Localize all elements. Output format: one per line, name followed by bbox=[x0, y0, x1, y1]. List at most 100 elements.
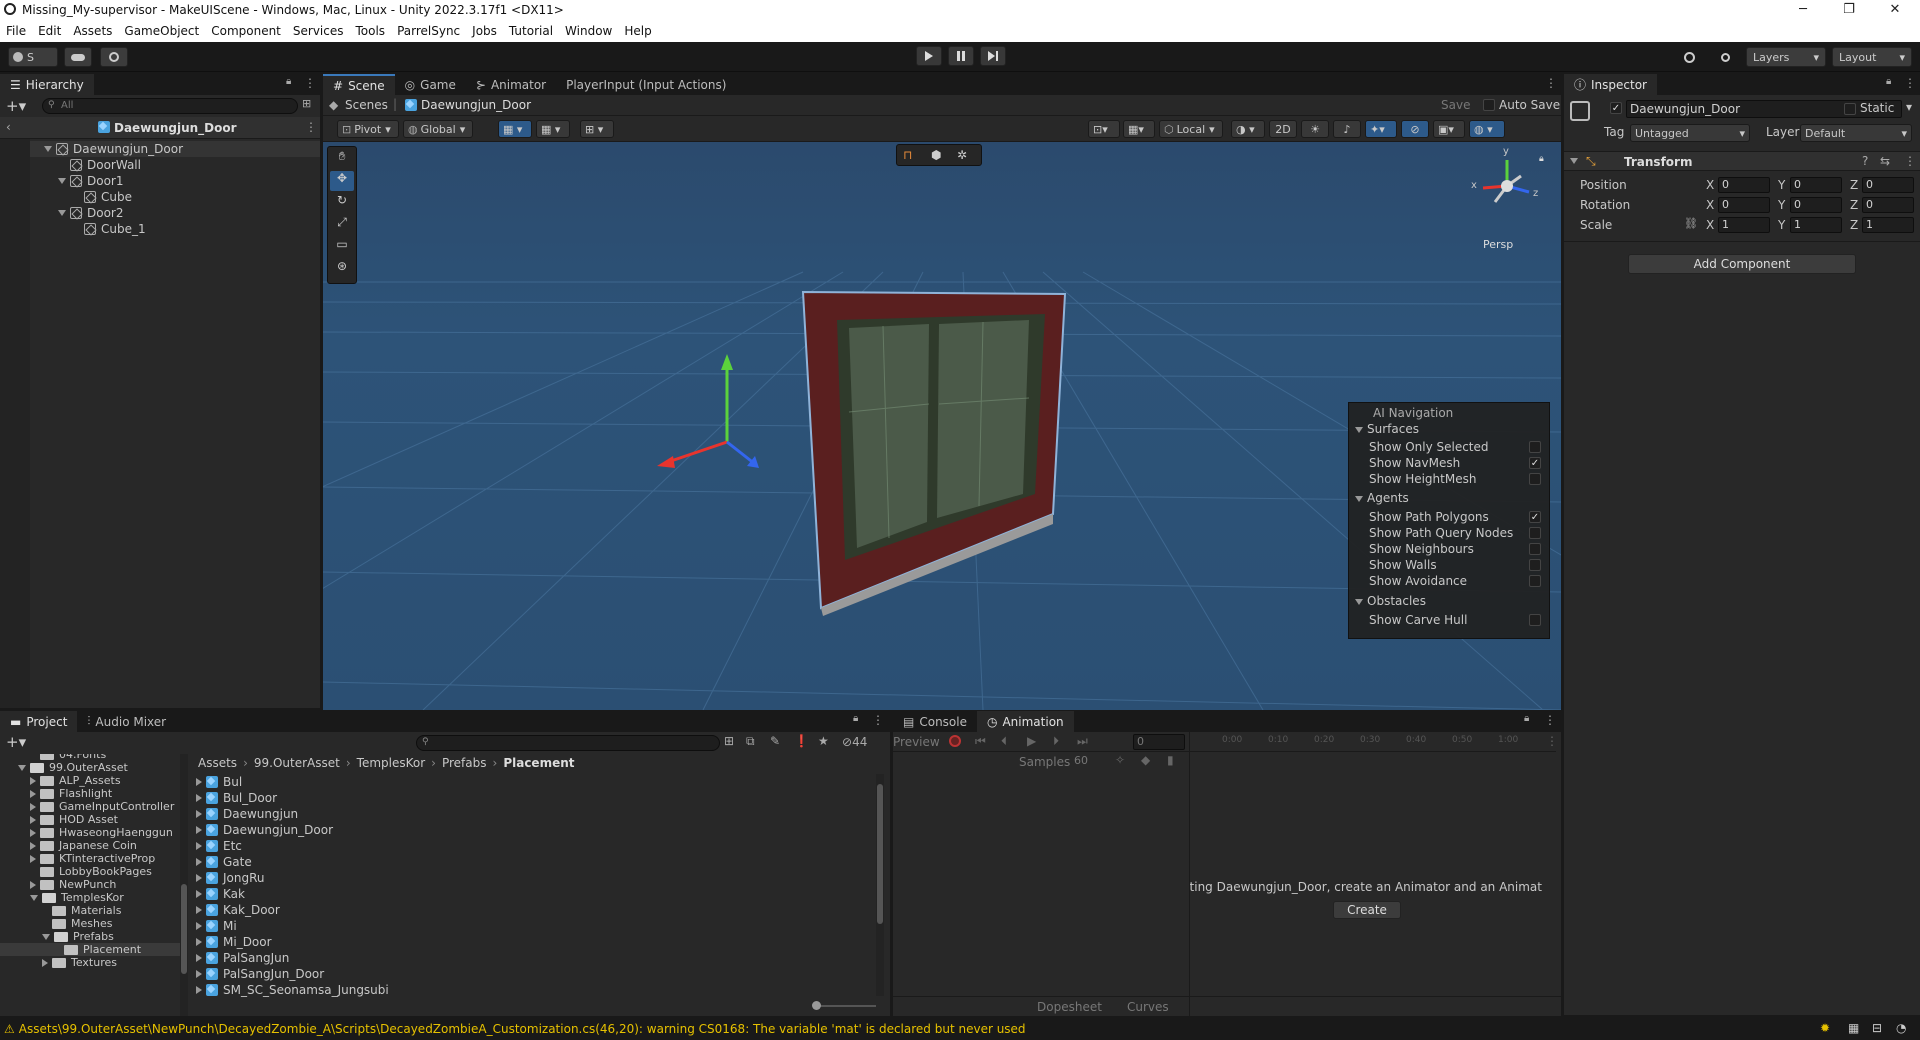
tab-animator[interactable]: ⊱ Animator bbox=[466, 74, 556, 95]
bug-icon[interactable]: ✹ bbox=[1820, 1021, 1830, 1035]
position-y-field[interactable]: 0 bbox=[1790, 177, 1842, 193]
zoom-slider[interactable] bbox=[812, 1001, 876, 1010]
menu-jobs[interactable]: Jobs bbox=[472, 24, 497, 38]
chevron-right-icon[interactable] bbox=[196, 810, 202, 818]
obstacles-header[interactable]: Obstacles bbox=[1355, 594, 1426, 608]
navmesh-icon[interactable]: ⊓ bbox=[903, 148, 912, 162]
lighting-button[interactable]: ☀ bbox=[1301, 120, 1329, 138]
twod-button[interactable]: 2D bbox=[1269, 120, 1297, 138]
asset-list-item[interactable]: Daewungjun bbox=[196, 806, 298, 822]
tab-scene[interactable]: # Scene bbox=[323, 74, 395, 95]
chevron-right-icon[interactable] bbox=[196, 826, 202, 834]
scrollbar-thumb[interactable] bbox=[181, 884, 187, 974]
tab-audio-mixer[interactable]: ⫶ Audio Mixer bbox=[77, 711, 176, 732]
zoom-slider-thumb[interactable] bbox=[812, 1001, 821, 1010]
agents-header[interactable]: Agents bbox=[1355, 491, 1409, 505]
pause-button[interactable] bbox=[948, 46, 974, 66]
path-outerasset[interactable]: 99.OuterAsset bbox=[254, 756, 340, 770]
add-keyframe-icon[interactable]: ✧ bbox=[1115, 753, 1125, 767]
chevron-down-icon[interactable] bbox=[58, 210, 66, 216]
kebab-menu-icon[interactable]: ⋮ bbox=[1545, 76, 1557, 90]
chevron-right-icon[interactable] bbox=[30, 854, 36, 863]
chevron-right-icon[interactable] bbox=[30, 880, 36, 889]
asset-list-item[interactable]: JongRu bbox=[196, 870, 265, 886]
global-dropdown[interactable]: ◍ Global ▾ bbox=[403, 120, 473, 138]
auto-save-checkbox[interactable] bbox=[1483, 99, 1495, 111]
menu-tools[interactable]: Tools bbox=[356, 24, 386, 38]
help-icon[interactable]: ? bbox=[1862, 154, 1868, 168]
next-keyframe-icon[interactable]: ⏵ bbox=[1053, 734, 1059, 749]
chevron-right-icon[interactable] bbox=[196, 858, 202, 866]
folder-tree-item[interactable]: Materials bbox=[42, 904, 121, 917]
folder-tree-item[interactable]: Flashlight bbox=[30, 787, 112, 800]
grid-snap-button[interactable]: ▦ ▾ bbox=[498, 120, 532, 138]
tab-hierarchy[interactable]: ☰ Hierarchy bbox=[0, 74, 94, 95]
create-animator-button[interactable]: Create bbox=[1333, 901, 1401, 919]
show-avoidance-checkbox[interactable] bbox=[1529, 575, 1541, 587]
project-search[interactable]: ⚲ bbox=[416, 735, 720, 751]
tab-console[interactable]: ▤ Console bbox=[893, 711, 977, 732]
lock-icon[interactable]: 🔒︎ bbox=[1539, 154, 1544, 164]
rotation-z-field[interactable]: 0 bbox=[1862, 197, 1914, 213]
first-keyframe-icon[interactable]: ⏮ bbox=[975, 734, 986, 749]
lock-icon[interactable]: 🔒︎ bbox=[286, 76, 291, 87]
shading-button[interactable]: ◑ ▾ bbox=[1231, 120, 1265, 138]
tab-player-input[interactable]: PlayerInput (Input Actions) bbox=[556, 74, 736, 95]
chevron-right-icon[interactable] bbox=[30, 789, 36, 798]
chevron-right-icon[interactable] bbox=[196, 922, 202, 930]
chevron-down-icon[interactable]: ▾ bbox=[1906, 100, 1912, 114]
last-keyframe-icon[interactable]: ⏭ bbox=[1077, 734, 1088, 749]
chevron-down-icon[interactable] bbox=[30, 894, 38, 901]
menu-tutorial[interactable]: Tutorial bbox=[509, 24, 553, 38]
align-button[interactable]: ⊞ ▾ bbox=[580, 120, 614, 138]
move-gizmo[interactable] bbox=[657, 354, 759, 468]
rotation-x-field[interactable]: 0 bbox=[1718, 197, 1770, 213]
menu-edit[interactable]: Edit bbox=[38, 24, 61, 38]
asset-list-scrollbar[interactable] bbox=[876, 774, 884, 996]
folder-tree-item[interactable]: ALP_Assets bbox=[30, 774, 121, 787]
show-walls-checkbox[interactable] bbox=[1529, 559, 1541, 571]
asset-list-item[interactable]: Kak bbox=[196, 886, 245, 902]
kebab-menu-icon[interactable]: ⋮ bbox=[305, 120, 317, 134]
show-only-selected-checkbox[interactable] bbox=[1529, 441, 1541, 453]
folder-tree-scrollbar[interactable] bbox=[180, 754, 188, 1016]
menu-file[interactable]: File bbox=[6, 24, 26, 38]
chevron-right-icon[interactable] bbox=[196, 874, 202, 882]
account-button[interactable]: S bbox=[8, 47, 58, 67]
scene-filter-icon[interactable]: ⊞ bbox=[724, 734, 734, 748]
asset-list-item[interactable]: SM_SC_Seonamsa_Jungsubi bbox=[196, 982, 389, 998]
preset-icon[interactable]: ⇆ bbox=[1880, 154, 1890, 168]
scale-z-field[interactable]: 1 bbox=[1862, 217, 1914, 233]
add-icon[interactable]: +▾ bbox=[6, 97, 26, 115]
folder-tree-item[interactable]: TemplesKor bbox=[30, 891, 124, 904]
gizmo-button[interactable]: ⊡▾ bbox=[1088, 120, 1120, 138]
folder-tree-item[interactable]: KTinteractiveProp bbox=[30, 852, 155, 865]
rect-tool-button[interactable]: ▭ bbox=[330, 237, 354, 257]
folder-tree-item[interactable]: Meshes bbox=[42, 917, 112, 930]
probe-icon[interactable]: ⬢ bbox=[931, 148, 941, 162]
add-icon[interactable]: +▾ bbox=[6, 733, 26, 751]
layer-dropdown[interactable]: Default ▾ bbox=[1800, 124, 1912, 142]
dopesheet-button[interactable]: Dopesheet bbox=[1037, 1000, 1102, 1014]
path-placement[interactable]: Placement bbox=[503, 756, 574, 770]
play-icon[interactable]: ▶ bbox=[1027, 734, 1036, 748]
folder-tree-item[interactable]: HwaseongHaenggun bbox=[30, 826, 173, 839]
menu-assets[interactable]: Assets bbox=[73, 24, 112, 38]
folder-tree-item[interactable]: HOD Asset bbox=[30, 813, 118, 826]
folder-tree-item[interactable]: 04.Fonts bbox=[30, 754, 106, 761]
menu-window[interactable]: Window bbox=[565, 24, 612, 38]
snap-settings-button[interactable]: ▦▾ bbox=[1123, 120, 1155, 138]
asset-list-item[interactable]: Mi bbox=[196, 918, 237, 934]
tab-project[interactable]: ▬ Project bbox=[0, 711, 78, 732]
folder-tree-item[interactable]: Japanese Coin bbox=[30, 839, 137, 852]
progress-icon[interactable]: ◔ bbox=[1896, 1021, 1906, 1035]
kebab-menu-icon[interactable]: ⋮ bbox=[304, 76, 316, 90]
lock-icon[interactable]: 🔒︎ bbox=[1886, 76, 1891, 87]
menu-parrelsync[interactable]: ParrelSync bbox=[397, 24, 460, 38]
label-filter-icon[interactable]: ✎ bbox=[770, 734, 780, 748]
hierarchy-item[interactable]: Cube bbox=[72, 189, 132, 205]
path-assets[interactable]: Assets bbox=[198, 756, 237, 770]
tab-game[interactable]: ◎ Game bbox=[395, 74, 466, 95]
show-heightmesh-checkbox[interactable] bbox=[1529, 473, 1541, 485]
frame-field[interactable]: 0 bbox=[1133, 734, 1185, 750]
